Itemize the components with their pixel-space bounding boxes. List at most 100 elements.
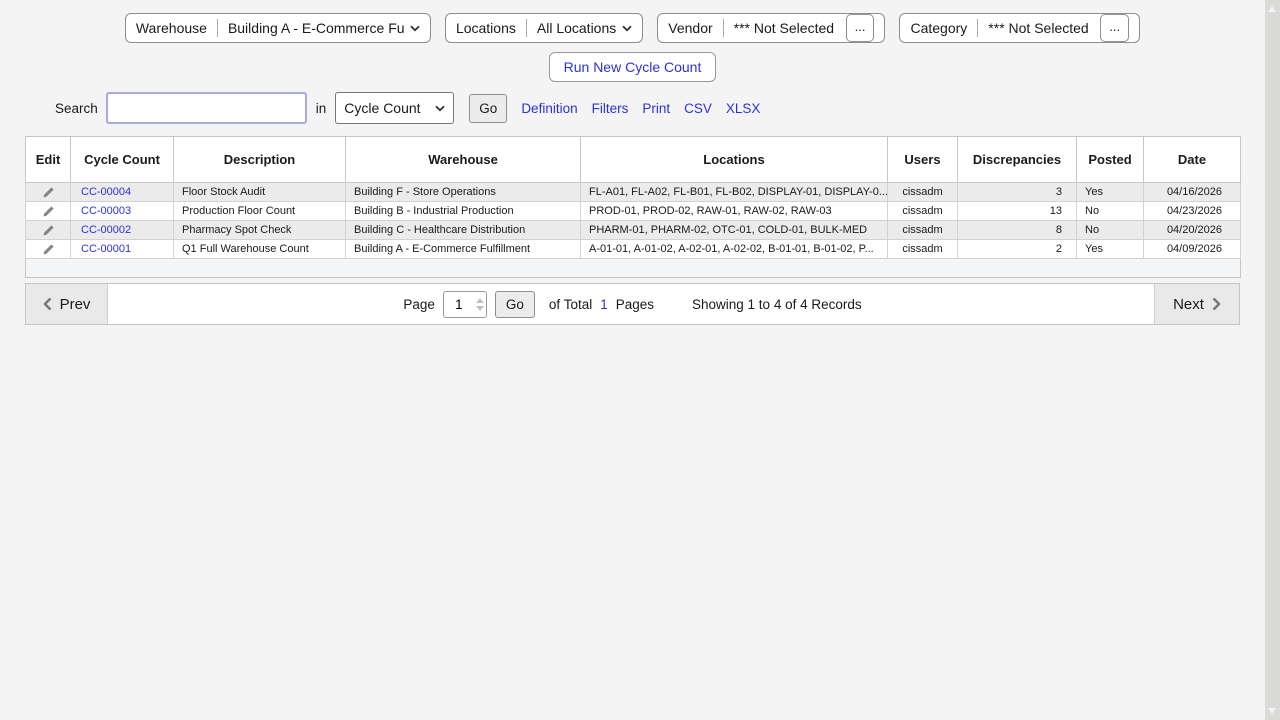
total-pages-prefix: of Total <box>549 297 592 312</box>
warehouse-cell: Building C - Healthcare Distribution <box>346 221 581 240</box>
column-header-edit: Edit <box>26 137 71 183</box>
run-row: Run New Cycle Count <box>0 52 1265 82</box>
pagination-center: Page Go of Total 1 Pages Showing 1 to 4 … <box>26 284 1239 324</box>
vendor-filter-label: Vendor <box>668 20 712 36</box>
page-label: Page <box>403 297 435 312</box>
warehouse-filter-label: Warehouse <box>136 20 207 36</box>
print-link[interactable]: Print <box>642 101 670 116</box>
locations-cell: FL-A01, FL-A02, FL-B01, FL-B02, DISPLAY-… <box>581 183 888 202</box>
table-row: CC-00004 Floor Stock Audit Building F - … <box>26 183 1241 202</box>
table-header-row: Edit Cycle Count Description Warehouse L… <box>26 137 1241 183</box>
spinner-down-icon[interactable] <box>476 306 484 311</box>
table-row: CC-00001 Q1 Full Warehouse Count Buildin… <box>26 240 1241 259</box>
table-row: CC-00003 Production Floor Count Building… <box>26 202 1241 221</box>
search-input[interactable] <box>106 92 307 124</box>
date-cell: 04/20/2026 <box>1144 221 1241 240</box>
locations-cell: A-01-01, A-01-02, A-02-01, A-02-02, B-01… <box>581 240 888 259</box>
locations-cell: PROD-01, PROD-02, RAW-01, RAW-02, RAW-03 <box>581 202 888 221</box>
scrollbar-down-arrow-icon[interactable] <box>1268 708 1276 714</box>
posted-cell: No <box>1077 221 1144 240</box>
vendor-filter-value: *** Not Selected *** <box>734 20 838 36</box>
description-cell: Pharmacy Spot Check <box>174 221 346 240</box>
posted-cell: Yes <box>1077 240 1144 259</box>
next-label: Next <box>1173 296 1204 313</box>
edit-pencil-icon[interactable] <box>42 224 55 237</box>
page-number-input[interactable] <box>444 292 474 317</box>
chevron-down-icon <box>410 25 420 32</box>
description-cell: Production Floor Count <box>174 202 346 221</box>
spinner-up-icon[interactable] <box>476 298 484 303</box>
scrollbar-up-arrow-icon[interactable] <box>1268 6 1276 12</box>
warehouse-cell: Building A - E-Commerce Fulfillment <box>346 240 581 259</box>
search-in-select[interactable]: Cycle Count <box>335 92 454 124</box>
locations-filter-label: Locations <box>456 20 516 36</box>
search-go-button[interactable]: Go <box>469 94 507 123</box>
separator <box>977 19 978 37</box>
discrepancies-cell: 3 <box>958 183 1077 202</box>
vendor-filter: Vendor *** Not Selected *** ... <box>657 13 885 43</box>
description-cell: Floor Stock Audit <box>174 183 346 202</box>
discrepancies-cell: 8 <box>958 221 1077 240</box>
cycle-count-link[interactable]: CC-00002 <box>81 224 131 236</box>
table-filler-row <box>26 259 1241 278</box>
column-header-warehouse: Warehouse <box>346 137 581 183</box>
date-cell: 04/09/2026 <box>1144 240 1241 259</box>
chevron-down-icon <box>622 25 632 32</box>
cycle-count-table: Edit Cycle Count Description Warehouse L… <box>25 136 1241 278</box>
discrepancies-cell: 2 <box>958 240 1077 259</box>
search-in-selected-value: Cycle Count <box>344 100 420 116</box>
xlsx-link[interactable]: XLSX <box>726 101 761 116</box>
total-pages-link[interactable]: 1 <box>600 297 608 312</box>
search-row: Search in Cycle Count Go Definition Filt… <box>55 92 1265 124</box>
search-links: Definition Filters Print CSV XLSX <box>521 101 760 116</box>
next-page-button[interactable]: Next <box>1154 284 1239 324</box>
vertical-scrollbar[interactable] <box>1265 0 1280 720</box>
vendor-more-button[interactable]: ... <box>846 14 875 42</box>
warehouse-filter-value[interactable]: Building A - E-Commerce Fulfillment <box>228 20 404 36</box>
warehouse-cell: Building F - Store Operations <box>346 183 581 202</box>
warehouse-filter[interactable]: Warehouse Building A - E-Commerce Fulfil… <box>125 13 431 43</box>
users-cell: cissadm <box>888 202 958 221</box>
filter-bar: Warehouse Building A - E-Commerce Fulfil… <box>0 13 1265 43</box>
cycle-count-link[interactable]: CC-00003 <box>81 205 131 217</box>
posted-cell: Yes <box>1077 183 1144 202</box>
users-cell: cissadm <box>888 183 958 202</box>
category-filter-value: *** Not Selected *** <box>988 20 1092 36</box>
locations-filter-value[interactable]: All Locations <box>537 20 616 36</box>
locations-filter[interactable]: Locations All Locations <box>445 13 643 43</box>
total-pages-suffix: Pages <box>616 297 654 312</box>
page-number-field <box>443 291 487 318</box>
page-number-spinner[interactable] <box>474 292 486 317</box>
edit-pencil-icon[interactable] <box>42 205 55 218</box>
csv-link[interactable]: CSV <box>684 101 712 116</box>
discrepancies-cell: 13 <box>958 202 1077 221</box>
date-cell: 04/16/2026 <box>1144 183 1241 202</box>
table-row: CC-00002 Pharmacy Spot Check Building C … <box>26 221 1241 240</box>
edit-pencil-icon[interactable] <box>42 186 55 199</box>
pagination-bar: Prev Page Go of Total 1 Pages Showing 1 … <box>25 283 1240 325</box>
cycle-count-link[interactable]: CC-00004 <box>81 186 131 198</box>
page-go-button[interactable]: Go <box>495 291 535 318</box>
category-filter-label: Category <box>910 20 967 36</box>
posted-cell: No <box>1077 202 1144 221</box>
separator <box>526 19 527 37</box>
column-header-posted: Posted <box>1077 137 1144 183</box>
filters-link[interactable]: Filters <box>592 101 629 116</box>
users-cell: cissadm <box>888 221 958 240</box>
category-filter: Category *** Not Selected *** ... <box>899 13 1140 43</box>
category-more-button[interactable]: ... <box>1100 14 1129 42</box>
column-header-users: Users <box>888 137 958 183</box>
column-header-cycle-count: Cycle Count <box>71 137 174 183</box>
cycle-count-link[interactable]: CC-00001 <box>81 243 131 255</box>
date-cell: 04/23/2026 <box>1144 202 1241 221</box>
showing-records-text: Showing 1 to 4 of 4 Records <box>692 297 862 312</box>
column-header-date: Date <box>1144 137 1241 183</box>
separator <box>723 19 724 37</box>
edit-pencil-icon[interactable] <box>42 243 55 256</box>
run-new-cycle-count-button[interactable]: Run New Cycle Count <box>549 52 717 82</box>
search-in-label: in <box>316 101 327 116</box>
warehouse-cell: Building B - Industrial Production <box>346 202 581 221</box>
definition-link[interactable]: Definition <box>521 101 577 116</box>
column-header-description: Description <box>174 137 346 183</box>
locations-cell: PHARM-01, PHARM-02, OTC-01, COLD-01, BUL… <box>581 221 888 240</box>
